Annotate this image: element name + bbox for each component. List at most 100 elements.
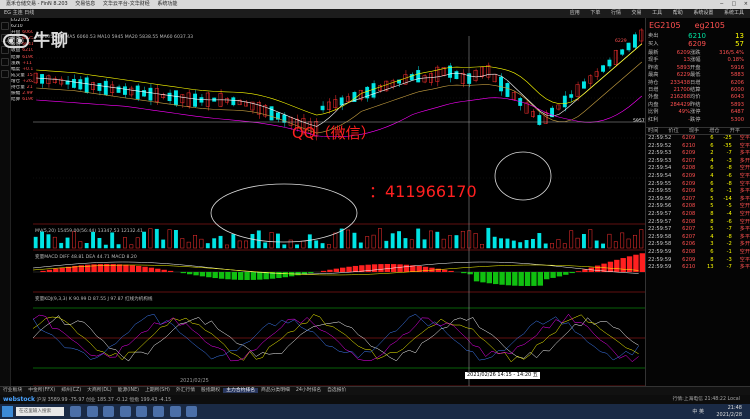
candle-body — [473, 70, 478, 81]
candle-body — [594, 71, 599, 77]
menu-item-quotes[interactable]: 行情 — [611, 10, 621, 16]
tick-cell: 6 — [710, 180, 714, 187]
macd-bar — [282, 272, 288, 278]
macd-bar — [59, 267, 65, 272]
tick-row[interactable]: 22:59:52 6209 6 -25 空平 — [646, 135, 750, 143]
market-tab[interactable]: 自选报价 — [324, 388, 349, 393]
tick-row[interactable]: 22:59:53 6209 2 -7 多平 — [646, 150, 750, 158]
input-method[interactable]: 中 英 — [692, 408, 704, 415]
taskbar-search-input[interactable]: 在这里输入搜索 — [16, 407, 64, 416]
annotation-ellipse-right — [494, 151, 552, 201]
market-tab[interactable]: 行业板块 — [0, 388, 25, 393]
market-tab[interactable]: 大商所(DL) — [84, 388, 115, 393]
market-tab[interactable]: 能源(INE) — [115, 388, 142, 393]
tick-row[interactable]: 22:59:57 6208 8 -6 空开 — [646, 219, 750, 227]
market-tab[interactable]: 郑州(CZ) — [58, 388, 84, 393]
tick-row[interactable]: 22:59:52 6210 6 -35 空平 — [646, 143, 750, 151]
macd-bar — [467, 272, 473, 275]
candle-body — [422, 75, 427, 83]
volume-bar — [473, 233, 478, 249]
market-tab[interactable]: 股指期权 — [198, 388, 223, 393]
menu-item-order[interactable]: 下单 — [590, 10, 600, 16]
menu-item-apps[interactable]: 应用 — [570, 10, 580, 16]
taskbar-app-icon[interactable] — [169, 406, 181, 417]
market-tab[interactable]: 外汇行情 — [173, 388, 198, 393]
taskbar-app-icon[interactable] — [186, 406, 198, 417]
market-tab[interactable]: 中金所(FFX) — [25, 388, 58, 393]
macd-legend: 变量MACD DIFF 48.81 DEA 44.71 MACD 8.20 — [35, 253, 137, 260]
candle-body — [620, 49, 625, 55]
tab-cloud[interactable]: 文华云平台-文华财经 — [103, 1, 150, 7]
macd-bar — [499, 272, 505, 285]
candle-body — [505, 83, 510, 97]
market-tabs: 行业板块 中金所(FFX) 郑州(CZ) 大商所(DL) 能源(INE) 上期所(SH) 外… — [0, 386, 750, 395]
tick-list[interactable]: 22:59:52 6209 6 -25 空平 22:59:52 6210 6 -35 空平 22:5… — [646, 135, 750, 272]
os-taskbar: 在这里输入搜索 中 英 21:48 2021/2/28 — [0, 404, 750, 419]
draw-tool-icon[interactable] — [1, 70, 9, 78]
taskbar-app-icon[interactable] — [136, 406, 148, 417]
tab-system[interactable]: 系统功能 — [157, 1, 177, 7]
menu-item-help[interactable]: 帮助 — [673, 10, 683, 16]
volume-bar — [416, 228, 421, 249]
tick-row[interactable]: 22:59:56 6207 5 -14 多平 — [646, 196, 750, 204]
tick-row[interactable]: 22:59:55 6209 6 -1 多平 — [646, 188, 750, 196]
candle-body — [416, 70, 421, 83]
kline-chart-area[interactable]: EG2105 日线 MA5 6060.53 MA10 5945 MA20 583… — [32, 18, 645, 387]
volume-bar — [346, 229, 350, 249]
candle-body — [244, 101, 248, 107]
tick-cell: 22:59:54 — [648, 173, 672, 180]
taskbar-app-icon[interactable] — [86, 406, 98, 417]
market-tab[interactable]: 24小时排名 — [293, 388, 324, 393]
macd-bar — [123, 264, 129, 272]
tick-row[interactable]: 22:59:58 6207 4 -8 多平 — [646, 234, 750, 242]
maximize-button[interactable]: □ — [731, 1, 736, 7]
tick-row[interactable]: 22:59:57 6208 8 -4 空开 — [646, 211, 750, 219]
menu-item-tools[interactable]: 工具 — [652, 10, 662, 16]
tick-row[interactable]: 22:59:54 6209 4 -6 空平 — [646, 173, 750, 181]
menu-item-trade[interactable]: 交易 — [632, 10, 642, 16]
quote-row[interactable]: 买入 6209 57 — [646, 40, 750, 48]
tick-row[interactable]: 22:59:59 6208 6 -1 空开 — [646, 249, 750, 257]
minimize-button[interactable]: − — [720, 1, 724, 7]
market-tab[interactable]: 商品分类明细 — [258, 388, 293, 393]
taskbar-app-icon[interactable] — [103, 406, 115, 417]
stat-cell: 5916 — [730, 64, 744, 71]
candle-body — [320, 105, 325, 111]
tick-cell: 4 — [710, 233, 714, 240]
kline-chart-svg[interactable]: EG2105 日线 MA5 6060.53 MA10 5945 MA20 583… — [32, 18, 645, 387]
macd-bar — [473, 272, 480, 282]
tab-trade-info[interactable]: 交易信息 — [75, 1, 95, 7]
menu-item-settings[interactable]: 系统设置 — [693, 10, 713, 16]
market-tab[interactable]: 上期所(SH) — [142, 388, 173, 393]
volume-bar — [123, 237, 127, 249]
quote-row[interactable]: 卖出 6210 13 — [646, 32, 750, 40]
candle-body — [537, 115, 542, 125]
candle-body — [575, 84, 580, 97]
market-tab[interactable]: 主力合约排名 — [223, 388, 259, 393]
volume-bar — [435, 231, 440, 249]
volume-bar — [148, 228, 153, 249]
menu-item-systools[interactable]: 系统工具 — [724, 10, 744, 16]
tick-row[interactable]: 22:59:59 6210 13 -7 多平 — [646, 264, 750, 272]
taskbar-app-icon[interactable] — [119, 406, 131, 417]
tick-cell: -7 — [726, 264, 732, 271]
tick-row[interactable]: 22:59:57 6207 5 -7 多平 — [646, 226, 750, 234]
volume-bar — [511, 240, 516, 249]
taskbar-app-icon[interactable] — [70, 406, 81, 417]
close-button[interactable]: × — [744, 1, 748, 7]
tick-row[interactable]: 22:59:55 6209 6 -8 空平 — [646, 181, 750, 189]
macd-bar — [129, 265, 135, 272]
windows-start-icon[interactable] — [2, 406, 13, 417]
taskbar-app-icon[interactable] — [152, 406, 164, 417]
candle-body — [129, 87, 134, 96]
tick-row[interactable]: 22:59:53 6207 4 -3 多开 — [646, 158, 750, 166]
tick-cell: 空平 — [739, 135, 750, 142]
tick-row[interactable]: 22:59:56 6208 5 -5 空开 — [646, 203, 750, 211]
zoom-tool-icon[interactable] — [1, 58, 9, 66]
summary-value: +0.17% — [22, 66, 33, 72]
tick-row[interactable]: 22:59:59 6209 8 -3 空平 — [646, 257, 750, 265]
tick-row[interactable]: 22:59:54 6208 6 -8 空开 — [646, 165, 750, 173]
tick-row[interactable]: 22:59:58 6206 3 -2 多开 — [646, 241, 750, 249]
macd-bar — [257, 272, 263, 280]
taskbar-clock[interactable]: 21:48 2021/2/28 — [716, 405, 742, 418]
